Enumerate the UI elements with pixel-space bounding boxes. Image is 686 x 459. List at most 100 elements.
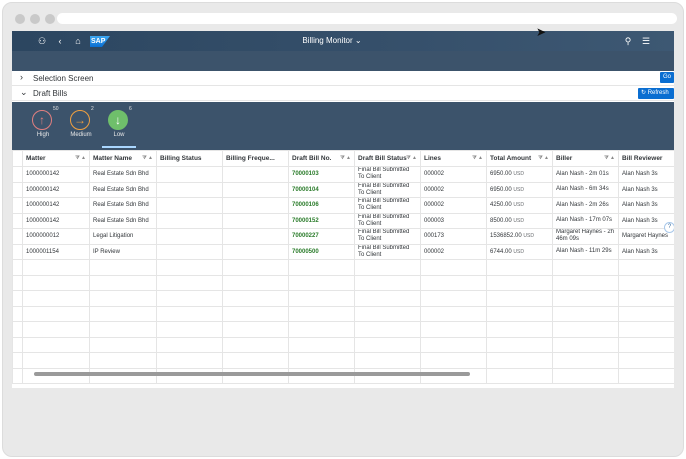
- table-cell: [552, 352, 619, 369]
- browser-window: ⚇ ‹ ⌂ SAP Billing Monitor ⌄ ⚲ ☰ › Select…: [2, 2, 684, 457]
- draft-bill-link[interactable]: 70000152: [288, 212, 355, 229]
- table-row[interactable]: 1000000142 Real Estate Sdn Bhd 70000106 Fin…: [12, 197, 674, 214]
- amount-value: 6950.00: [490, 171, 512, 178]
- table-cell: [12, 274, 23, 291]
- table-cell: [618, 274, 674, 291]
- filter-medium[interactable]: → 2 Medium: [64, 106, 98, 148]
- feedback-icon[interactable]: ?: [664, 222, 674, 233]
- table-row[interactable]: 1000001154 IP Review 70000500 Final Bill Su…: [12, 243, 674, 260]
- filter-sort-icon[interactable]: ⧩ ▲: [604, 155, 615, 161]
- table-cell: [156, 166, 223, 183]
- row-selector[interactable]: [12, 181, 23, 198]
- table-cell: Final Bill Submitted To Client: [354, 243, 421, 260]
- back-icon[interactable]: ‹: [54, 35, 66, 47]
- draft-bill-link[interactable]: 70000106: [288, 197, 355, 214]
- shell-bar: ⚇ ‹ ⌂ SAP Billing Monitor ⌄ ⚲ ☰: [12, 31, 674, 51]
- row-selector[interactable]: [12, 212, 23, 229]
- draft-bills-label: Draft Bills: [33, 89, 68, 98]
- selection-screen-section[interactable]: › Selection Screen Go: [12, 71, 674, 86]
- table-cell: [222, 197, 289, 214]
- column-header-label: Matter Name: [93, 155, 133, 162]
- column-header[interactable]: Draft Bill No. ⧩ ▲: [288, 150, 355, 167]
- table-cell: [486, 274, 553, 291]
- row-selector[interactable]: [12, 197, 23, 214]
- column-header[interactable]: Biller ⧩ ▲: [552, 150, 619, 167]
- column-header[interactable]: Bill Reviewer: [618, 150, 674, 167]
- table-cell: [222, 228, 289, 245]
- table-cell: [618, 367, 674, 384]
- filter-sort-icon[interactable]: ⧩ ▲: [340, 155, 351, 161]
- table-cell: Margaret Haynes - 2h 46m 09s: [552, 228, 619, 245]
- draft-bills-section[interactable]: ⌄ Draft Bills ↻ Refresh: [12, 86, 674, 101]
- home-icon[interactable]: ⌂: [72, 35, 84, 47]
- go-button[interactable]: Go: [660, 72, 674, 83]
- row-selector[interactable]: [12, 243, 23, 260]
- chevron-right-icon[interactable]: ›: [20, 72, 23, 82]
- table-row[interactable]: 1000000012 Legal Litigation 70000227 Final …: [12, 228, 674, 245]
- column-header[interactable]: Billing Status: [156, 150, 223, 167]
- table-cell: [420, 305, 487, 322]
- table-cell: [156, 243, 223, 260]
- chevron-down-icon[interactable]: ⌄: [20, 87, 28, 98]
- row-selector-header: [12, 150, 23, 167]
- table-cell: [22, 259, 90, 276]
- refresh-button[interactable]: ↻ Refresh: [638, 88, 674, 99]
- draft-bill-link[interactable]: 70000500: [288, 243, 355, 260]
- table-cell: Alan Nash - 17m 07s: [552, 212, 619, 229]
- table-cell: 000173: [420, 228, 487, 245]
- table-cell: [222, 243, 289, 260]
- column-header[interactable]: Draft Bill Status ⧩ ▲: [354, 150, 421, 167]
- column-header[interactable]: Total Amount ⧩ ▲: [486, 150, 553, 167]
- table-cell: [89, 336, 157, 353]
- chevron-down-icon: ⌄: [354, 36, 362, 45]
- table-cell: [288, 336, 355, 353]
- filter-sort-icon[interactable]: ⧩ ▲: [142, 155, 153, 161]
- table-row[interactable]: 1000000142 Real Estate Sdn Bhd 70000104 Fin…: [12, 181, 674, 198]
- table-row[interactable]: 1000000142 Real Estate Sdn Bhd 70000103 Fin…: [12, 166, 674, 183]
- close-dot[interactable]: [15, 14, 25, 24]
- column-header[interactable]: Billing Freque...: [222, 150, 289, 167]
- table-cell: [354, 321, 421, 338]
- column-header[interactable]: Lines ⧩ ▲: [420, 150, 487, 167]
- table-cell: [22, 336, 90, 353]
- table-cell: [420, 259, 487, 276]
- table-cell: Final Bill Submitted To Client: [354, 166, 421, 183]
- filter-high[interactable]: ↑ 50 High: [26, 106, 60, 148]
- refresh-icon: ↻: [641, 90, 647, 96]
- table-cell: [354, 352, 421, 369]
- menu-icon[interactable]: ☰: [640, 35, 652, 47]
- table-cell: Real Estate Sdn Bhd: [89, 197, 157, 214]
- draft-bill-link[interactable]: 70000227: [288, 228, 355, 245]
- table-cell: [12, 352, 23, 369]
- table-cell: [156, 212, 223, 229]
- draft-bill-link[interactable]: 70000103: [288, 166, 355, 183]
- draft-bill-link[interactable]: 70000104: [288, 181, 355, 198]
- table-cell: [288, 305, 355, 322]
- user-icon[interactable]: ⚇: [36, 35, 48, 47]
- maximize-dot[interactable]: [45, 14, 55, 24]
- app-title[interactable]: Billing Monitor ⌄: [272, 36, 392, 45]
- table-cell: [222, 321, 289, 338]
- table-cell: [89, 274, 157, 291]
- minimize-dot[interactable]: [30, 14, 40, 24]
- row-selector[interactable]: [12, 228, 23, 245]
- table-cell: [156, 336, 223, 353]
- filter-sort-icon[interactable]: ⧩ ▲: [538, 155, 549, 161]
- table-cell: [354, 305, 421, 322]
- horizontal-scrollbar[interactable]: [34, 372, 470, 376]
- address-bar[interactable]: [57, 13, 677, 24]
- filter-low[interactable]: ↓ 6 Low: [102, 106, 136, 148]
- filter-sort-icon[interactable]: ⧩ ▲: [75, 155, 86, 161]
- filter-count: 2: [91, 106, 94, 112]
- table-cell: Final Bill Submitted To Client: [354, 181, 421, 198]
- filter-sort-icon[interactable]: ⧩ ▲: [472, 155, 483, 161]
- table-cell: [288, 352, 355, 369]
- column-header[interactable]: Matter Name ⧩ ▲: [89, 150, 157, 167]
- table-row[interactable]: 1000000142 Real Estate Sdn Bhd 70000152 Fin…: [12, 212, 674, 229]
- column-header[interactable]: Matter ⧩ ▲: [22, 150, 90, 167]
- row-selector[interactable]: [12, 166, 23, 183]
- filter-sort-icon[interactable]: ⧩ ▲: [406, 155, 417, 161]
- table-cell: [618, 305, 674, 322]
- column-header-label: Biller: [556, 155, 573, 162]
- search-icon[interactable]: ⚲: [622, 35, 634, 47]
